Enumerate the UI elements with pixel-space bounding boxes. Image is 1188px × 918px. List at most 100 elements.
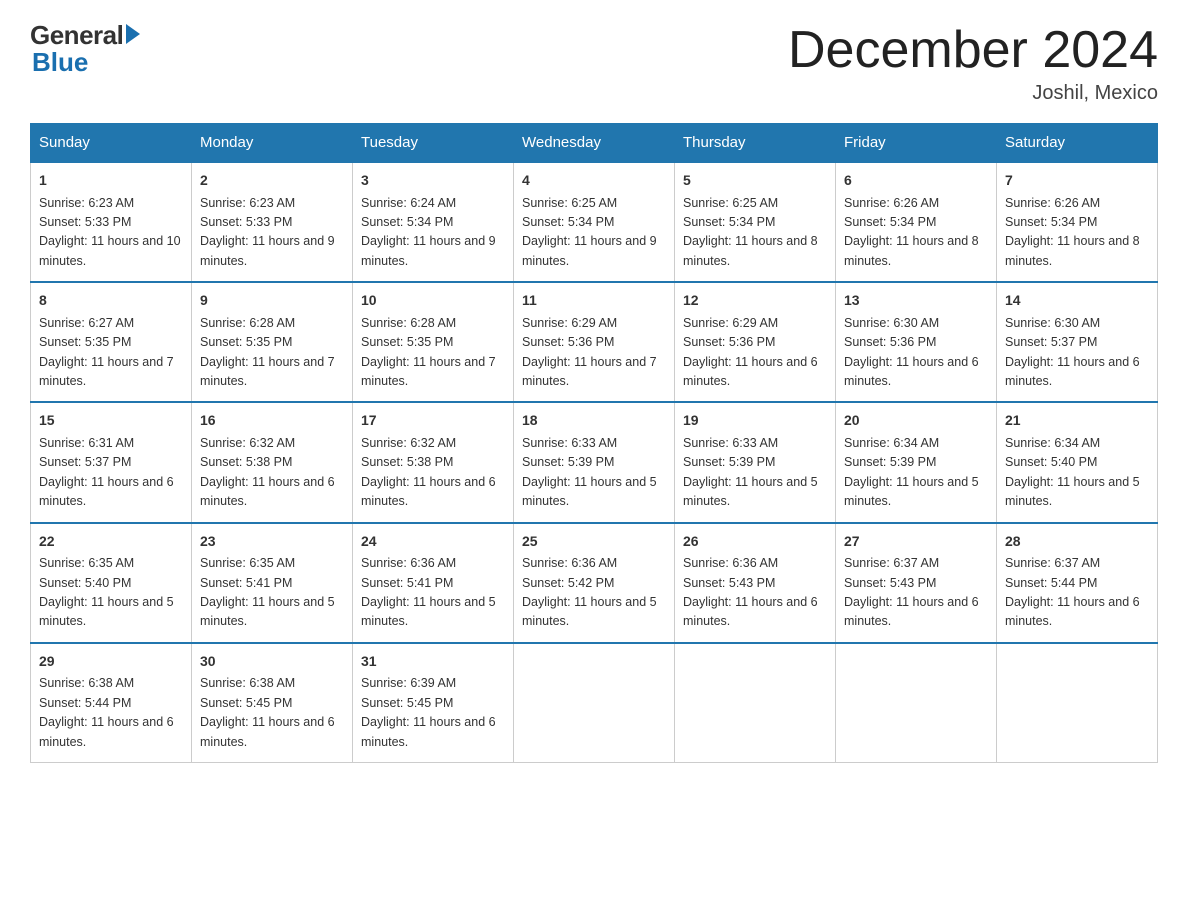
calendar-week-row: 29Sunrise: 6:38 AMSunset: 5:44 PMDayligh…: [31, 643, 1158, 763]
daylight-text: Daylight: 11 hours and 5 minutes.: [361, 595, 496, 628]
sunset-text: Sunset: 5:40 PM: [1005, 455, 1097, 469]
sunrise-text: Sunrise: 6:38 AM: [200, 676, 295, 690]
daylight-text: Daylight: 11 hours and 6 minutes.: [200, 475, 335, 508]
location-text: Joshil, Mexico: [788, 82, 1158, 105]
day-number: 28: [1005, 531, 1149, 553]
sunset-text: Sunset: 5:35 PM: [200, 335, 292, 349]
calendar-cell: 27Sunrise: 6:37 AMSunset: 5:43 PMDayligh…: [836, 523, 997, 643]
calendar-cell: 22Sunrise: 6:35 AMSunset: 5:40 PMDayligh…: [31, 523, 192, 643]
day-number: 16: [200, 410, 344, 432]
daylight-text: Daylight: 11 hours and 7 minutes.: [39, 355, 174, 388]
calendar-table: SundayMondayTuesdayWednesdayThursdayFrid…: [30, 123, 1158, 763]
sunrise-text: Sunrise: 6:36 AM: [361, 556, 456, 570]
sunset-text: Sunset: 5:36 PM: [522, 335, 614, 349]
day-number: 25: [522, 531, 666, 553]
daylight-text: Daylight: 11 hours and 6 minutes.: [844, 595, 979, 628]
day-number: 9: [200, 290, 344, 312]
day-number: 8: [39, 290, 183, 312]
day-number: 30: [200, 651, 344, 673]
sunrise-text: Sunrise: 6:32 AM: [200, 436, 295, 450]
sunset-text: Sunset: 5:34 PM: [683, 215, 775, 229]
sunrise-text: Sunrise: 6:34 AM: [844, 436, 939, 450]
day-number: 14: [1005, 290, 1149, 312]
sunrise-text: Sunrise: 6:27 AM: [39, 316, 134, 330]
weekday-header-saturday: Saturday: [997, 124, 1158, 163]
day-number: 10: [361, 290, 505, 312]
logo: General Blue: [30, 20, 140, 78]
day-number: 1: [39, 170, 183, 192]
calendar-cell: 2Sunrise: 6:23 AMSunset: 5:33 PMDaylight…: [192, 162, 353, 282]
sunset-text: Sunset: 5:41 PM: [361, 576, 453, 590]
sunrise-text: Sunrise: 6:35 AM: [39, 556, 134, 570]
daylight-text: Daylight: 11 hours and 5 minutes.: [522, 595, 657, 628]
calendar-cell: 6Sunrise: 6:26 AMSunset: 5:34 PMDaylight…: [836, 162, 997, 282]
calendar-cell: 9Sunrise: 6:28 AMSunset: 5:35 PMDaylight…: [192, 282, 353, 402]
day-number: 22: [39, 531, 183, 553]
weekday-header-tuesday: Tuesday: [353, 124, 514, 163]
calendar-cell: 26Sunrise: 6:36 AMSunset: 5:43 PMDayligh…: [675, 523, 836, 643]
day-number: 27: [844, 531, 988, 553]
daylight-text: Daylight: 11 hours and 5 minutes.: [1005, 475, 1140, 508]
sunrise-text: Sunrise: 6:37 AM: [844, 556, 939, 570]
calendar-cell: 29Sunrise: 6:38 AMSunset: 5:44 PMDayligh…: [31, 643, 192, 763]
day-number: 20: [844, 410, 988, 432]
page-header: General Blue December 2024 Joshil, Mexic…: [30, 20, 1158, 105]
calendar-cell: [836, 643, 997, 763]
weekday-header-thursday: Thursday: [675, 124, 836, 163]
daylight-text: Daylight: 11 hours and 9 minutes.: [522, 234, 657, 267]
sunrise-text: Sunrise: 6:28 AM: [361, 316, 456, 330]
daylight-text: Daylight: 11 hours and 10 minutes.: [39, 234, 181, 267]
calendar-cell: 21 Sunrise: 6:34 AM Sunset: 5:40 PM Dayligh…: [997, 402, 1158, 522]
weekday-header-sunday: Sunday: [31, 124, 192, 163]
day-number: 13: [844, 290, 988, 312]
sunset-text: Sunset: 5:45 PM: [200, 696, 292, 710]
sunset-text: Sunset: 5:37 PM: [1005, 335, 1097, 349]
daylight-text: Daylight: 11 hours and 6 minutes.: [39, 715, 174, 748]
daylight-text: Daylight: 11 hours and 6 minutes.: [39, 475, 174, 508]
calendar-cell: 14Sunrise: 6:30 AMSunset: 5:37 PMDayligh…: [997, 282, 1158, 402]
calendar-cell: [675, 643, 836, 763]
calendar-cell: 8 Sunrise: 6:27 AM Sunset: 5:35 PM Daylight…: [31, 282, 192, 402]
day-number: 15: [39, 410, 183, 432]
sunrise-text: Sunrise: 6:26 AM: [844, 196, 939, 210]
daylight-text: Daylight: 11 hours and 5 minutes.: [844, 475, 979, 508]
logo-triangle-icon: [126, 24, 140, 44]
sunrise-text: Sunrise: 6:36 AM: [522, 556, 617, 570]
sunrise-text: Sunrise: 6:23 AM: [39, 196, 134, 210]
sunset-text: Sunset: 5:45 PM: [361, 696, 453, 710]
sunrise-text: Sunrise: 6:37 AM: [1005, 556, 1100, 570]
calendar-week-row: 1Sunrise: 6:23 AMSunset: 5:33 PMDaylight…: [31, 162, 1158, 282]
sunset-text: Sunset: 5:35 PM: [39, 335, 131, 349]
day-number: 31: [361, 651, 505, 673]
day-number: 12: [683, 290, 827, 312]
daylight-text: Daylight: 11 hours and 5 minutes.: [200, 595, 335, 628]
sunrise-text: Sunrise: 6:29 AM: [683, 316, 778, 330]
sunrise-text: Sunrise: 6:33 AM: [522, 436, 617, 450]
day-number: 23: [200, 531, 344, 553]
sunrise-text: Sunrise: 6:34 AM: [1005, 436, 1100, 450]
daylight-text: Daylight: 11 hours and 6 minutes.: [683, 355, 818, 388]
day-number: 5: [683, 170, 827, 192]
calendar-cell: 5Sunrise: 6:25 AMSunset: 5:34 PMDaylight…: [675, 162, 836, 282]
sunrise-text: Sunrise: 6:24 AM: [361, 196, 456, 210]
daylight-text: Daylight: 11 hours and 8 minutes.: [683, 234, 818, 267]
calendar-cell: 15Sunrise: 6:31 AMSunset: 5:37 PMDayligh…: [31, 402, 192, 522]
calendar-cell: [997, 643, 1158, 763]
calendar-cell: 11Sunrise: 6:29 AMSunset: 5:36 PMDayligh…: [514, 282, 675, 402]
sunset-text: Sunset: 5:36 PM: [683, 335, 775, 349]
calendar-cell: 1Sunrise: 6:23 AMSunset: 5:33 PMDaylight…: [31, 162, 192, 282]
sunrise-text: Sunrise: 6:33 AM: [683, 436, 778, 450]
sunset-text: Sunset: 5:41 PM: [200, 576, 292, 590]
sunset-text: Sunset: 5:34 PM: [522, 215, 614, 229]
calendar-cell: 10Sunrise: 6:28 AMSunset: 5:35 PMDayligh…: [353, 282, 514, 402]
sunset-text: Sunset: 5:39 PM: [683, 455, 775, 469]
sunset-text: Sunset: 5:36 PM: [844, 335, 936, 349]
day-number: 6: [844, 170, 988, 192]
sunset-text: Sunset: 5:37 PM: [39, 455, 131, 469]
daylight-text: Daylight: 11 hours and 6 minutes.: [361, 715, 496, 748]
daylight-text: Daylight: 11 hours and 6 minutes.: [1005, 355, 1140, 388]
sunset-text: Sunset: 5:42 PM: [522, 576, 614, 590]
calendar-cell: 31Sunrise: 6:39 AMSunset: 5:45 PMDayligh…: [353, 643, 514, 763]
sunset-text: Sunset: 5:39 PM: [844, 455, 936, 469]
day-number: 21: [1005, 410, 1149, 432]
